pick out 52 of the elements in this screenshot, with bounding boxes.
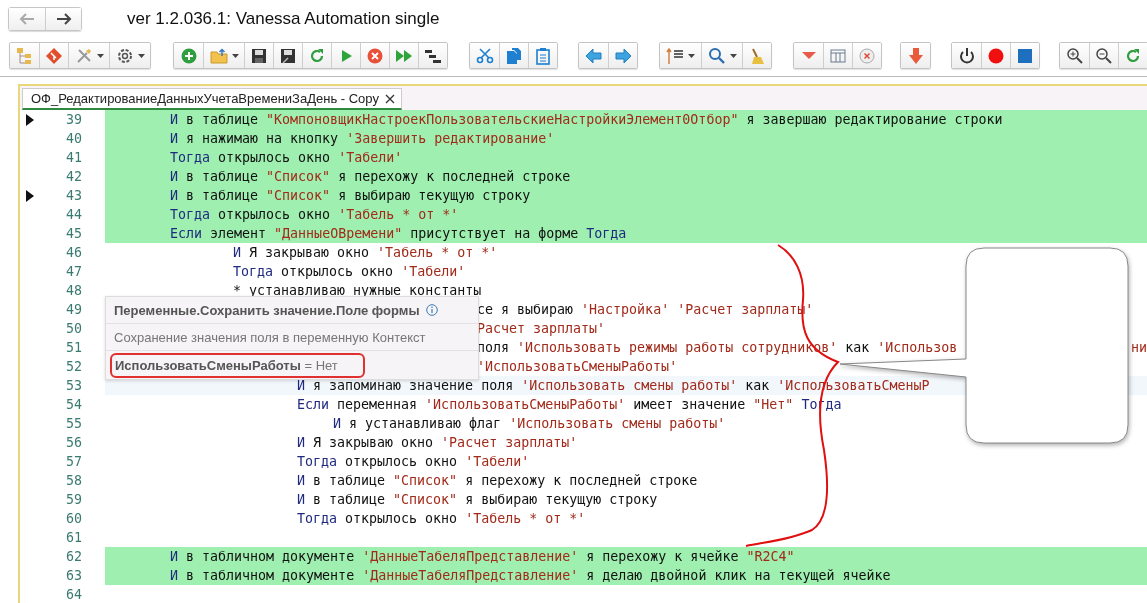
code-text: * устанавливаю нужные константы (233, 283, 482, 298)
line-number: 62 (65, 549, 82, 564)
code-text: 'ИспользоватьСменыРаботы' (477, 359, 678, 374)
line-number: 49 (65, 302, 82, 317)
code-text: Тогда открылось окно 'Табели' (297, 454, 530, 469)
code-text: Тогда открылось окно 'Табели' (170, 150, 403, 165)
code-text: И Я закрываю окно 'Табель * от *' (233, 245, 498, 260)
line-number: 64 (65, 587, 82, 602)
code-text: И я устанавливаю флаг 'Использовать смены работы' (333, 416, 726, 431)
popup-description: Сохранение значения поля в переменную Контекст (106, 324, 478, 351)
code-text: И в таблице "Список" я перехожу к последней строке (170, 169, 571, 184)
code-text: Если элемент "ДанныеОВремени" присутствует на форме Тогда (170, 226, 627, 241)
code-text: ни (1131, 340, 1147, 355)
line-number: 54 (65, 397, 82, 412)
document-tab[interactable]: ОФ_РедактированиеДанныхУчетаВремениЗаДень - Copy (22, 88, 403, 110)
code-text: И в таблице "Список" я перехожу к последней строке (297, 473, 698, 488)
line-number: 46 (65, 245, 82, 260)
line-number: 50 (65, 321, 82, 336)
line-number: 48 (65, 283, 82, 298)
line-number: 41 (65, 150, 82, 165)
code-text: И я нажимаю на кнопку 'Завершить редактирование' (170, 131, 555, 146)
line-number: 52 (65, 359, 82, 374)
line-number: 59 (65, 492, 82, 507)
variable-value: ИспользоватьСменыРаботы = Нет (110, 352, 365, 378)
line-number: 58 (65, 473, 82, 488)
line-number: 44 (65, 207, 82, 222)
code-text: И в таблице "Список" я выбираю текущую строку (170, 188, 531, 203)
line-number: 61 (65, 530, 82, 545)
line-number: 56 (65, 435, 82, 450)
window-title: ver 1.2.036.1: Vanessa Automation single (127, 9, 440, 29)
line-number: 60 (65, 511, 82, 526)
line-number: 47 (65, 264, 82, 279)
line-number: 40 (65, 131, 82, 146)
line-number: 55 (65, 416, 82, 431)
code-text: И в табличном документе 'ДанныеТабеляПредставление' я делаю двойной клик на текущей ячейке (170, 568, 891, 583)
line-number: 53 (65, 378, 82, 393)
line-number: 63 (65, 568, 82, 583)
code-text: Тогда открылось окно 'Табели' (233, 264, 466, 279)
tab-label: ОФ_РедактированиеДанныхУчетаВремениЗаДень - Copy (31, 91, 380, 106)
code-text: И в таблице "КомпоновщикНастроекПользовательскиеНастройкиЭлемент0Отбор" я завершаю редактирование строки (170, 112, 1003, 127)
line-number: 42 (65, 169, 82, 184)
line-number: 57 (65, 454, 82, 469)
code-text: И Я закрываю окно 'Расчет зарплаты' (297, 435, 578, 450)
line-number: 51 (65, 340, 82, 355)
line-number: 39 (65, 112, 82, 127)
code-text: И в табличном документе 'ДанныеТабеляПредставление' я перехожу к ячейке "R2C4" (170, 549, 795, 564)
line-number: 45 (65, 226, 82, 241)
popup-title: Переменные.Сохранить значение.Поле формы (114, 302, 420, 318)
line-number: 43 (65, 188, 82, 203)
code-text: Тогда открылось окно 'Табель * от *' (170, 207, 459, 222)
code-text: Тогда открылось окно 'Табель * от *' (297, 511, 586, 526)
code-text: И в таблице "Список" я выбираю текущую строку (297, 492, 658, 507)
